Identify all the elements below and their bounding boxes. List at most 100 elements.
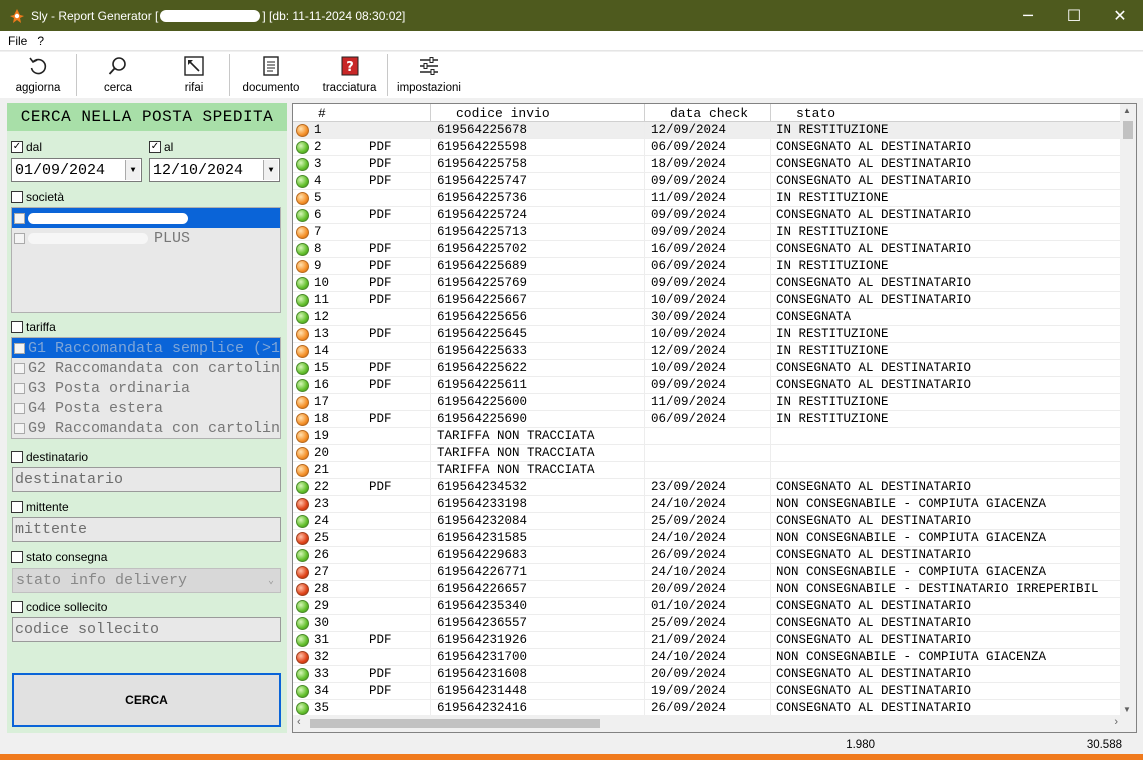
table-row[interactable]: 11 PDF 619564225667 10/09/2024 CONSEGNATO AL… [293, 292, 1122, 309]
table-row[interactable]: 5 619564225736 11/09/2024 IN RESTITUZIONE [293, 190, 1122, 207]
maximize-button[interactable]: ☐ [1051, 0, 1097, 31]
column-header-number[interactable]: # [293, 104, 431, 122]
table-row[interactable]: 26 619564229683 26/09/2024 CONSEGNATO AL DE… [293, 547, 1122, 564]
scroll-right-icon[interactable]: › [1114, 716, 1118, 728]
table-row[interactable]: 33 PDF 619564231608 20/09/2024 CONSEGNATO AL… [293, 666, 1122, 683]
destinatario-checkbox[interactable]: destinatario [11, 450, 88, 464]
al-date-picker[interactable]: 12/10/2024 ▼ [149, 158, 280, 182]
cerca-toolbar-button[interactable]: cerca [77, 52, 159, 98]
close-button[interactable]: ✕ [1097, 0, 1143, 31]
mittente-checkbox[interactable]: mittente [11, 500, 69, 514]
societa-list[interactable]: PLUS [11, 207, 281, 313]
tariffa-item[interactable]: G1 Raccomandata semplice (>1 [12, 338, 280, 358]
table-row[interactable]: 30 619564236557 25/09/2024 CONSEGNATO AL DE… [293, 615, 1122, 632]
table-row[interactable]: 6 PDF 619564225724 09/09/2024 CONSEGNATO AL … [293, 207, 1122, 224]
al-checkbox[interactable]: ✓ al [149, 140, 173, 154]
stato-consegna-checkbox[interactable]: stato consegna [11, 550, 107, 564]
dal-date-picker[interactable]: 01/09/2024 ▼ [11, 158, 142, 182]
vertical-scrollbar[interactable]: ▲ ▼ [1120, 104, 1136, 716]
stato-delivery-select[interactable]: stato info delivery ⌄ [12, 568, 281, 593]
table-row[interactable]: 7 619564225713 09/09/2024 IN RESTITUZIONE [293, 224, 1122, 241]
dropdown-arrow-icon[interactable]: ▼ [263, 160, 278, 180]
tariffa-list[interactable]: G1 Raccomandata semplice (>1 G2 Raccoman… [11, 337, 281, 439]
table-row[interactable]: 28 619564226657 20/09/2024 NON CONSEGNABILE… [293, 581, 1122, 598]
scroll-up-icon[interactable]: ▲ [1123, 106, 1131, 115]
table-row[interactable]: 29 619564235340 01/10/2024 CONSEGNATO AL DE… [293, 598, 1122, 615]
scroll-thumb[interactable] [1123, 121, 1133, 139]
scroll-left-icon[interactable]: ‹ [297, 716, 301, 728]
codice-sollecito-input[interactable]: codice sollecito [12, 617, 281, 642]
table-row[interactable]: 32 619564231700 24/10/2024 NON CONSEGNABILE… [293, 649, 1122, 666]
pdf-indicator[interactable]: PDF [369, 174, 392, 188]
table-row[interactable]: 12 619564225656 30/09/2024 CONSEGNATA [293, 309, 1122, 326]
societa-item[interactable]: PLUS [12, 228, 280, 248]
pdf-indicator[interactable]: PDF [369, 259, 392, 273]
tariffa-item[interactable]: G2 Raccomandata con cartolin [12, 358, 280, 378]
pdf-indicator[interactable]: PDF [369, 293, 392, 307]
mittente-input[interactable]: mittente [12, 517, 281, 542]
results-grid[interactable]: # codice invio data check stato 1 6195642… [292, 103, 1137, 733]
pdf-indicator[interactable]: PDF [369, 633, 392, 647]
destinatario-input[interactable]: destinatario [12, 467, 281, 492]
pdf-indicator[interactable]: PDF [369, 140, 392, 154]
pdf-indicator[interactable]: PDF [369, 276, 392, 290]
table-row[interactable]: 2 PDF 619564225598 06/09/2024 CONSEGNATO AL … [293, 139, 1122, 156]
menu-help[interactable]: ? [35, 34, 52, 48]
table-row[interactable]: 18 PDF 619564225690 06/09/2024 IN RESTITUZIO… [293, 411, 1122, 428]
table-row[interactable]: 14 619564225633 12/09/2024 IN RESTITUZIONE [293, 343, 1122, 360]
table-row[interactable]: 13 PDF 619564225645 10/09/2024 IN RESTITUZIO… [293, 326, 1122, 343]
column-header-stato[interactable]: stato [771, 104, 1122, 122]
tariffa-checkbox[interactable]: tariffa [11, 320, 56, 334]
table-row[interactable]: 3 PDF 619564225758 18/09/2024 CONSEGNATO AL … [293, 156, 1122, 173]
tariffa-item[interactable]: G4 Posta estera [12, 398, 280, 418]
minimize-button[interactable]: ─ [1005, 0, 1051, 31]
scroll-thumb[interactable] [310, 719, 600, 728]
table-row[interactable]: 4 PDF 619564225747 09/09/2024 CONSEGNATO AL … [293, 173, 1122, 190]
dropdown-arrow-icon[interactable]: ▼ [125, 160, 140, 180]
cerca-button[interactable]: CERCA [12, 673, 281, 727]
societa-checkbox[interactable]: società [11, 190, 64, 204]
table-row[interactable]: 25 619564231585 24/10/2024 NON CONSEGNABILE… [293, 530, 1122, 547]
table-row[interactable]: 15 PDF 619564225622 10/09/2024 CONSEGNATO AL… [293, 360, 1122, 377]
table-row[interactable]: 8 PDF 619564225702 16/09/2024 CONSEGNATO AL … [293, 241, 1122, 258]
pdf-indicator[interactable]: PDF [369, 684, 392, 698]
tariffa-item[interactable]: G3 Posta ordinaria [12, 378, 280, 398]
pdf-indicator[interactable]: PDF [369, 242, 392, 256]
tracciatura-button[interactable]: ? tracciatura [312, 52, 387, 98]
horizontal-scrollbar[interactable]: ‹ › [293, 715, 1122, 732]
pdf-indicator[interactable]: PDF [369, 361, 392, 375]
table-row[interactable]: 27 619564226771 24/10/2024 NON CONSEGNABILE… [293, 564, 1122, 581]
column-header-data-check[interactable]: data check [645, 104, 771, 122]
table-row[interactable]: 24 619564232084 25/09/2024 CONSEGNATO AL DE… [293, 513, 1122, 530]
rifai-button[interactable]: rifai [159, 52, 229, 98]
table-row[interactable]: 21 TARIFFA NON TRACCIATA [293, 462, 1122, 479]
codice-sollecito-checkbox[interactable]: codice sollecito [11, 600, 107, 614]
impostazioni-button[interactable]: impostazioni [388, 52, 470, 98]
table-row[interactable]: 1 619564225678 12/09/2024 IN RESTITUZIONE [293, 122, 1122, 139]
pdf-indicator[interactable]: PDF [369, 378, 392, 392]
aggiorna-button[interactable]: aggiorna [0, 52, 76, 98]
pdf-indicator[interactable]: PDF [369, 480, 392, 494]
table-row[interactable]: 22 PDF 619564234532 23/09/2024 CONSEGNATO AL… [293, 479, 1122, 496]
menu-file[interactable]: File [0, 34, 35, 48]
table-row[interactable]: 20 TARIFFA NON TRACCIATA [293, 445, 1122, 462]
pdf-indicator[interactable]: PDF [369, 208, 392, 222]
pdf-indicator[interactable]: PDF [369, 667, 392, 681]
pdf-indicator[interactable]: PDF [369, 157, 392, 171]
table-row[interactable]: 31 PDF 619564231926 21/09/2024 CONSEGNATO AL… [293, 632, 1122, 649]
pdf-indicator[interactable]: PDF [369, 412, 392, 426]
scroll-down-icon[interactable]: ▼ [1123, 705, 1131, 714]
table-row[interactable]: 10 PDF 619564225769 09/09/2024 CONSEGNATO AL… [293, 275, 1122, 292]
table-row[interactable]: 34 PDF 619564231448 19/09/2024 CONSEGNATO AL… [293, 683, 1122, 700]
tariffa-item[interactable]: G9 Raccomandata con cartolin [12, 418, 280, 438]
documento-button[interactable]: documento [230, 52, 312, 98]
table-row[interactable]: 23 619564233198 24/10/2024 NON CONSEGNABILE… [293, 496, 1122, 513]
column-header-codice-invio[interactable]: codice invio [431, 104, 645, 122]
table-row[interactable]: 9 PDF 619564225689 06/09/2024 IN RESTITUZION… [293, 258, 1122, 275]
table-row[interactable]: 17 619564225600 11/09/2024 IN RESTITUZIONE [293, 394, 1122, 411]
pdf-indicator[interactable]: PDF [369, 327, 392, 341]
table-row[interactable]: 19 TARIFFA NON TRACCIATA [293, 428, 1122, 445]
societa-item-selected[interactable] [12, 208, 280, 228]
table-row[interactable]: 16 PDF 619564225611 09/09/2024 CONSEGNATO AL… [293, 377, 1122, 394]
dal-checkbox[interactable]: ✓ dal [11, 140, 42, 154]
